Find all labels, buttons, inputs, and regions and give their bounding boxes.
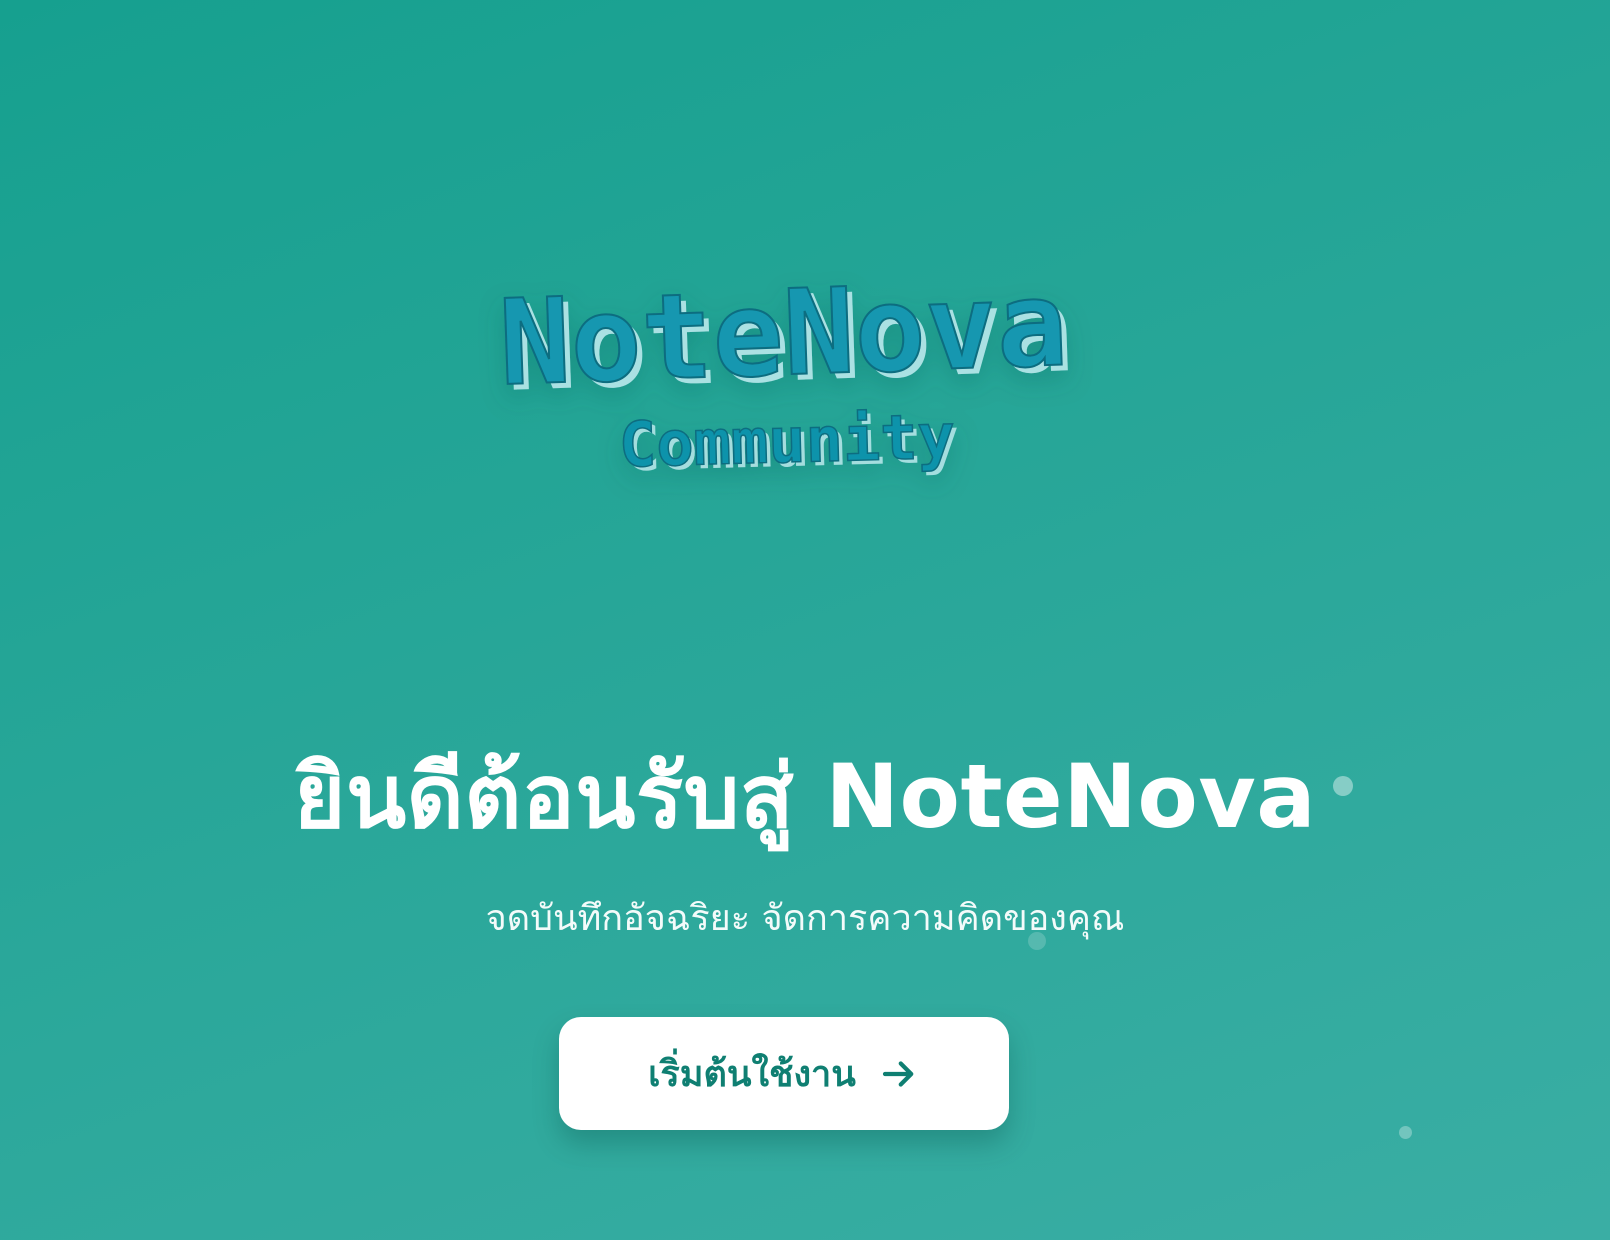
arrow-right-icon (882, 1060, 914, 1087)
decorative-dot (1333, 776, 1353, 796)
decorative-dot (1028, 932, 1046, 950)
page-subtitle: จดบันทึกอัจฉริยะ จัดการความคิดของคุณ (485, 898, 1125, 939)
get-started-button[interactable]: เริ่มต้นใช้งาน (559, 1017, 1009, 1130)
logo-title: NoteNova (497, 270, 1070, 412)
logo-graphic: NoteNova NoteNova Community Community (496, 270, 1076, 485)
logo-subtitle: Community (618, 400, 956, 482)
page-title: ยินดีต้อนรับสู่ NoteNova (293, 745, 1317, 848)
get-started-label: เริ่มต้นใช้งาน (648, 1054, 856, 1095)
welcome-page: { "logo": { "title": "NoteNova", "subtit… (0, 0, 1610, 1240)
notenova-logo: NoteNova NoteNova Community Community (0, 270, 1610, 500)
decorative-dot (1399, 1126, 1412, 1139)
